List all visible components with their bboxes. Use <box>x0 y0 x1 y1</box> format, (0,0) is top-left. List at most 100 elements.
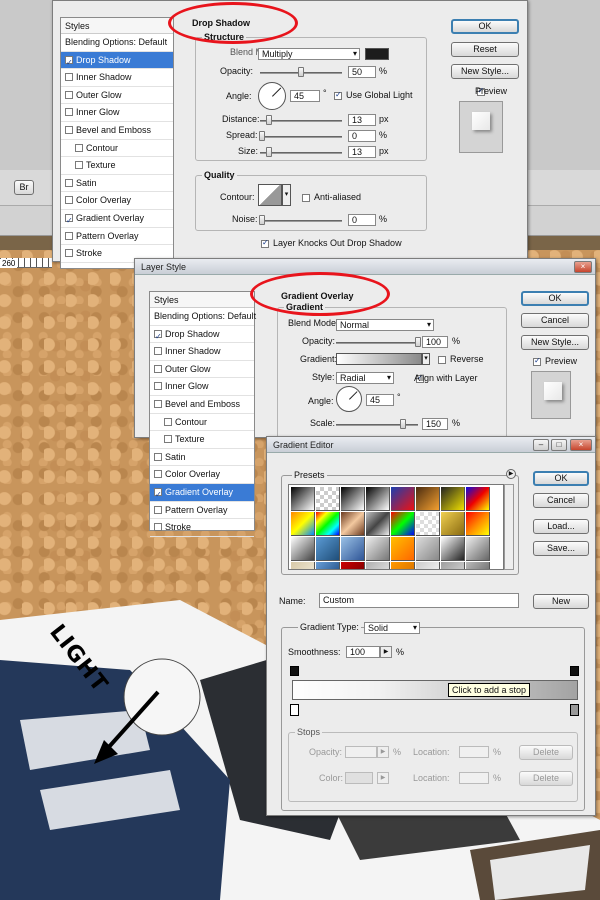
preset-swatch[interactable] <box>341 562 365 569</box>
style-item-checkbox[interactable] <box>154 364 162 373</box>
noise-slider-thumb[interactable] <box>259 215 265 225</box>
ok-button[interactable]: OK <box>521 291 589 306</box>
style-item[interactable]: Drop Shadow <box>150 326 254 345</box>
noise-slider[interactable] <box>260 220 342 222</box>
style-item[interactable]: Pattern Overlay <box>150 502 254 520</box>
ok-button[interactable]: OK <box>451 19 519 34</box>
style-item-checkbox[interactable] <box>65 73 73 82</box>
preset-swatch[interactable] <box>291 562 315 569</box>
preset-swatch[interactable] <box>441 537 465 561</box>
smoothness-input[interactable]: 100 <box>346 646 380 658</box>
gradient-dropdown-icon[interactable]: ▾ <box>422 353 430 365</box>
style-item-checkbox[interactable] <box>164 435 172 444</box>
preset-swatch[interactable] <box>291 512 315 536</box>
distance-slider-thumb[interactable] <box>266 115 272 125</box>
new-button[interactable]: New <box>533 594 589 609</box>
close-icon[interactable]: × <box>574 261 592 273</box>
load-button[interactable]: Load... <box>533 519 589 534</box>
style-item[interactable]: Outer Glow <box>150 361 254 379</box>
style-item[interactable]: Inner Glow <box>150 378 254 396</box>
name-input[interactable]: Custom <box>319 593 519 608</box>
style-item-checkbox[interactable] <box>65 212 73 230</box>
preset-swatch[interactable] <box>341 537 365 561</box>
preview-checkbox[interactable] <box>533 356 541 366</box>
size-input[interactable]: 13 <box>348 146 376 158</box>
reverse-checkbox[interactable] <box>438 356 446 364</box>
style-item[interactable]: Pattern Overlay <box>61 228 173 246</box>
style-item-checkbox[interactable] <box>154 470 162 479</box>
gradient-type-dropdown[interactable]: Solid <box>364 622 420 634</box>
reset-button[interactable]: Reset <box>451 42 519 57</box>
preset-swatch[interactable] <box>441 512 465 536</box>
preset-swatch[interactable] <box>466 562 490 569</box>
preset-swatch[interactable] <box>416 562 440 569</box>
bridge-button[interactable]: Br <box>14 180 34 195</box>
new-style-button[interactable]: New Style... <box>451 64 519 79</box>
knockout-checkbox[interactable] <box>261 238 269 248</box>
style-item-checkbox[interactable] <box>154 399 162 408</box>
style-item[interactable]: Contour <box>150 414 254 432</box>
new-style-button[interactable]: New Style... <box>521 335 589 350</box>
preset-swatch[interactable] <box>366 562 390 569</box>
ok-button[interactable]: OK <box>533 471 589 486</box>
style-item[interactable]: Gradient Overlay <box>150 483 254 504</box>
scale-slider-thumb[interactable] <box>400 419 406 429</box>
scale-input[interactable]: 150 <box>422 418 448 430</box>
size-slider-thumb[interactable] <box>266 147 272 157</box>
style-item[interactable]: Texture <box>61 157 173 175</box>
style-item-checkbox[interactable] <box>154 382 162 391</box>
presets-menu-icon[interactable]: ▶ <box>506 469 516 479</box>
style-item[interactable]: Satin <box>150 449 254 467</box>
blend-mode-dropdown[interactable]: Normal <box>336 319 434 331</box>
style-item-checkbox[interactable] <box>154 486 162 504</box>
smoothness-stepper-icon[interactable]: ▶ <box>380 646 392 658</box>
preset-swatch[interactable] <box>466 487 490 511</box>
minimize-icon[interactable]: – <box>533 439 549 451</box>
style-item-checkbox[interactable] <box>154 505 162 514</box>
preset-swatch[interactable] <box>316 537 340 561</box>
opacity-stop-right[interactable] <box>570 666 579 676</box>
shadow-color-swatch[interactable] <box>365 48 389 60</box>
style-dropdown[interactable]: Radial <box>336 372 394 384</box>
style-item[interactable]: Drop Shadow <box>61 51 173 71</box>
noise-input[interactable]: 0 <box>348 214 376 226</box>
style-item-checkbox[interactable] <box>65 90 73 99</box>
preset-swatch[interactable] <box>416 537 440 561</box>
style-item[interactable]: Gradient Overlay <box>61 210 173 230</box>
preset-swatch[interactable] <box>291 537 315 561</box>
style-item-checkbox[interactable] <box>75 143 83 152</box>
style-item[interactable]: Stroke <box>150 519 254 537</box>
opacity-slider[interactable] <box>336 342 418 344</box>
angle-dial[interactable] <box>336 386 362 412</box>
preset-swatch[interactable] <box>441 487 465 511</box>
preset-swatch[interactable] <box>341 487 365 511</box>
angle-input[interactable]: 45 <box>290 90 320 102</box>
color-location-input[interactable] <box>459 772 489 784</box>
style-item-checkbox[interactable] <box>65 196 73 205</box>
style-item-checkbox[interactable] <box>154 328 162 345</box>
blend-mode-dropdown[interactable]: Multiply <box>258 48 360 60</box>
opacity-input[interactable]: 50 <box>348 66 376 78</box>
style-item-checkbox[interactable] <box>75 161 83 170</box>
preset-swatch[interactable] <box>341 512 365 536</box>
opacity-slider-thumb[interactable] <box>415 337 421 347</box>
preset-swatch[interactable] <box>391 487 415 511</box>
gradient-swatch[interactable] <box>336 353 422 365</box>
opacity-location-input[interactable] <box>459 746 489 758</box>
stop-color-swatch[interactable] <box>345 772 373 784</box>
style-item[interactable]: Satin <box>61 175 173 193</box>
stop-opacity-input[interactable] <box>345 746 377 758</box>
style-item-checkbox[interactable] <box>154 347 162 356</box>
style-item[interactable]: Inner Shadow <box>150 343 254 361</box>
cancel-button[interactable]: Cancel <box>533 493 589 508</box>
cancel-button[interactable]: Cancel <box>521 313 589 328</box>
spread-slider-thumb[interactable] <box>259 131 265 141</box>
opacity-stop-left[interactable] <box>290 666 299 676</box>
preset-swatch[interactable] <box>441 562 465 569</box>
delete-color-stop-button[interactable]: Delete <box>519 771 573 786</box>
presets-scrollbar[interactable] <box>504 484 514 570</box>
maximize-icon[interactable]: □ <box>551 439 567 451</box>
style-item-checkbox[interactable] <box>65 108 73 117</box>
size-slider[interactable] <box>260 152 342 154</box>
stop-color-menu-icon[interactable]: ▶ <box>377 772 389 784</box>
